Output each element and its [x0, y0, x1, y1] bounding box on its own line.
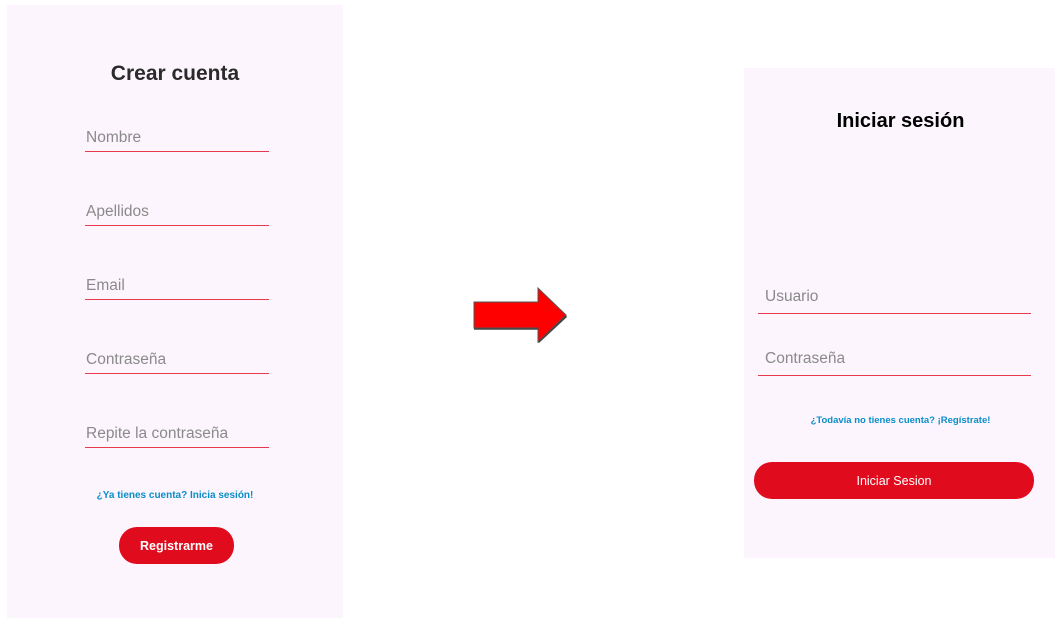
password-field[interactable]: Contraseña — [85, 351, 269, 374]
register-title: Crear cuenta — [110, 62, 240, 85]
login-screen: Iniciar sesión Usuario Contraseña ¿Todav… — [744, 68, 1055, 558]
register-button[interactable]: Registrarme — [119, 527, 234, 564]
username-field[interactable]: Usuario — [758, 288, 1031, 314]
name-field[interactable]: Nombre — [85, 129, 269, 152]
email-field[interactable]: Email — [85, 277, 269, 300]
login-link[interactable]: ¿Ya tienes cuenta? Inicia sesión! — [7, 490, 343, 501]
login-button[interactable]: Iniciar Sesion — [754, 462, 1034, 499]
login-title: Iniciar sesión — [836, 110, 965, 132]
right-arrow-icon — [473, 286, 567, 344]
register-link[interactable]: ¿Todavía no tienes cuenta? ¡Regístrate! — [744, 415, 1055, 426]
surname-field[interactable]: Apellidos — [85, 203, 269, 226]
register-screen: Crear cuenta Nombre Apellidos Email Cont… — [7, 5, 343, 618]
repeat-password-field[interactable]: Repite la contraseña — [85, 425, 269, 448]
login-password-field[interactable]: Contraseña — [758, 350, 1031, 376]
